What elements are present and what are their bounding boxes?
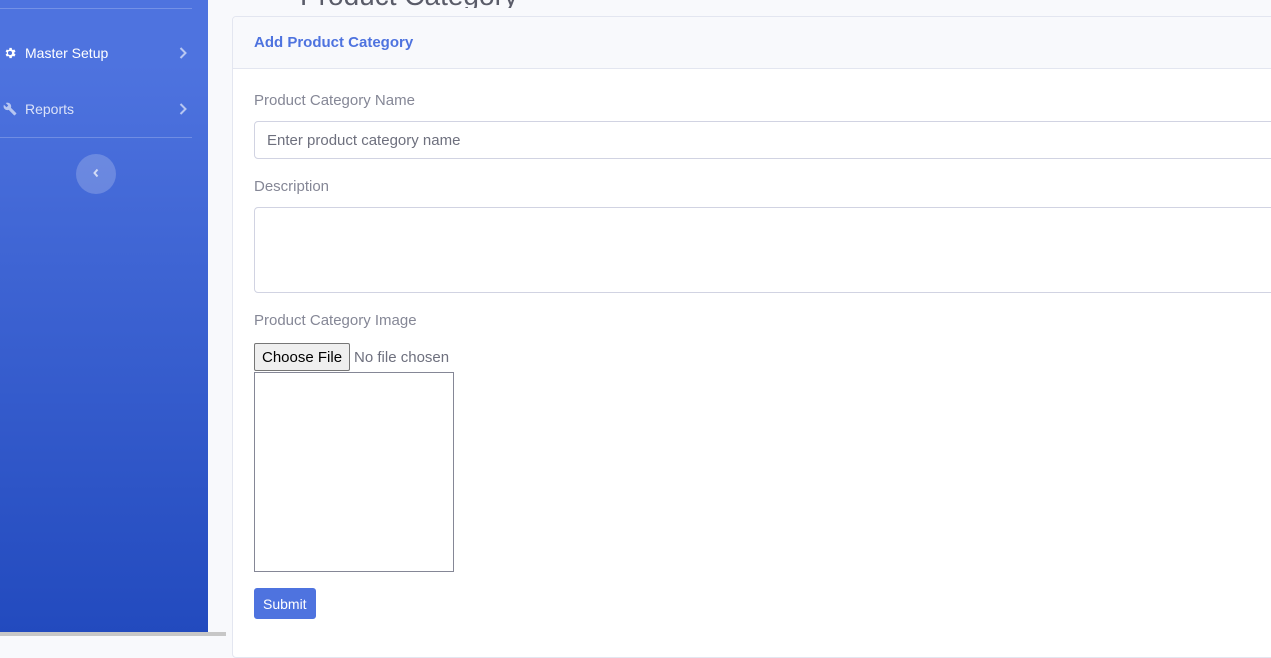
submit-button[interactable]: Submit — [254, 588, 316, 619]
sidebar-item-label: Reports — [25, 101, 75, 117]
add-category-card: Add Product Category Product Category Na… — [232, 16, 1271, 658]
description-label: Description — [254, 178, 330, 195]
sidebar: Master Setup Reports — [0, 0, 208, 636]
chevron-left-icon — [92, 165, 100, 183]
card-title: Add Product Category — [254, 34, 414, 51]
category-image-label: Product Category Image — [254, 312, 417, 329]
gear-icon — [2, 45, 18, 61]
file-input: Choose File No file chosen — [254, 342, 449, 372]
file-status-text: No file chosen — [354, 348, 450, 366]
sidebar-item-master-setup[interactable]: Master Setup — [0, 33, 192, 73]
wrench-icon — [2, 101, 18, 117]
chevron-right-icon — [178, 47, 188, 59]
sidebar-item-reports[interactable]: Reports — [0, 89, 192, 129]
page-title: Product Category — [300, 0, 518, 8]
description-textarea[interactable] — [254, 207, 1271, 293]
sidebar-divider — [0, 137, 192, 138]
category-name-label: Product Category Name — [254, 92, 415, 109]
sidebar-toggle-button[interactable] — [76, 154, 116, 194]
card-header: Add Product Category — [233, 17, 1271, 69]
category-name-input[interactable] — [254, 121, 1271, 159]
sidebar-item-label: Master Setup — [25, 45, 109, 61]
horizontal-scrollbar[interactable] — [0, 632, 226, 636]
sidebar-divider — [0, 8, 192, 9]
image-preview — [254, 372, 454, 572]
choose-file-button[interactable]: Choose File — [254, 343, 351, 371]
chevron-right-icon — [178, 103, 188, 115]
